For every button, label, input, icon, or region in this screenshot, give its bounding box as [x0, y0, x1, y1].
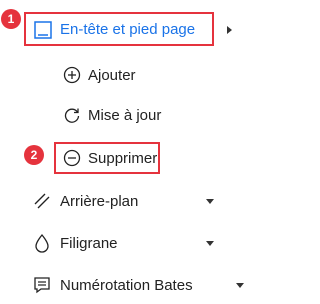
dropdown-arrow-icon: [236, 283, 244, 288]
menu-item-background[interactable]: Arrière-plan: [0, 186, 256, 216]
dropdown-arrow-icon: [206, 199, 214, 204]
background-label: Arrière-plan: [60, 193, 139, 210]
plus-circle-icon: [63, 66, 81, 89]
refresh-icon: [63, 106, 81, 129]
step-badge-1: 1: [1, 9, 21, 29]
watermark-label: Filigrane: [60, 235, 118, 252]
background-icon: [33, 192, 51, 215]
menu-item-add[interactable]: Ajouter: [0, 60, 256, 90]
dropdown-arrow-icon: [206, 241, 214, 246]
add-label: Ajouter: [88, 67, 136, 84]
menu-item-bates-numbering[interactable]: Numérotation Bates: [0, 270, 256, 300]
step-badge-2: 2: [24, 145, 44, 165]
submenu-arrow-icon: [227, 26, 232, 34]
highlight-box-2: [54, 142, 160, 174]
highlight-box-1: [24, 12, 214, 46]
menu-item-watermark[interactable]: Filigrane: [0, 228, 256, 258]
menu-item-update[interactable]: Mise à jour: [0, 100, 256, 130]
bates-icon: [33, 276, 51, 299]
watermark-icon: [33, 233, 51, 258]
update-label: Mise à jour: [88, 107, 162, 124]
bates-numbering-label: Numérotation Bates: [60, 277, 193, 294]
